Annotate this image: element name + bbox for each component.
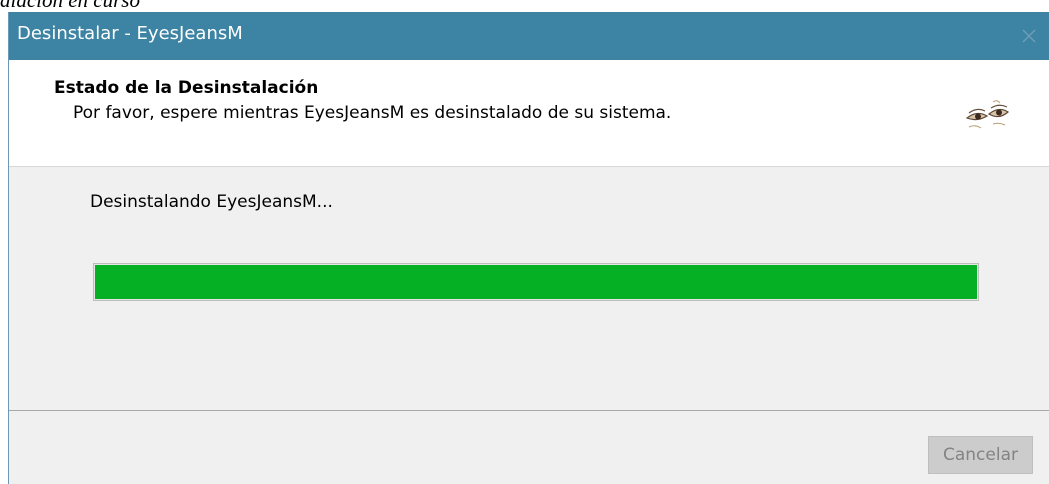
footer-divider: [9, 410, 1049, 411]
screenshot: alación en curso Desinstalar - EyesJeans…: [0, 0, 1049, 484]
uninstall-dialog: Desinstalar - EyesJeansM Estado de la De…: [8, 12, 1049, 484]
page-subtitle: Por favor, espere mientras EyesJeansM es…: [73, 103, 672, 123]
figure-caption: alación en curso: [0, 0, 140, 12]
header-panel: Estado de la Desinstalación Por favor, e…: [9, 60, 1049, 167]
close-icon[interactable]: [1017, 24, 1041, 48]
status-text: Desinstalando EyesJeansM...: [90, 192, 333, 212]
window-title: Desinstalar - EyesJeansM: [17, 23, 243, 44]
eyes-logo-icon: [965, 100, 1009, 129]
progress-fill: [95, 265, 977, 299]
title-bar[interactable]: Desinstalar - EyesJeansM: [9, 12, 1049, 60]
uninstall-progress-bar: [93, 263, 979, 301]
page-title: Estado de la Desinstalación: [54, 78, 319, 98]
cancel-button[interactable]: Cancelar: [928, 436, 1033, 474]
